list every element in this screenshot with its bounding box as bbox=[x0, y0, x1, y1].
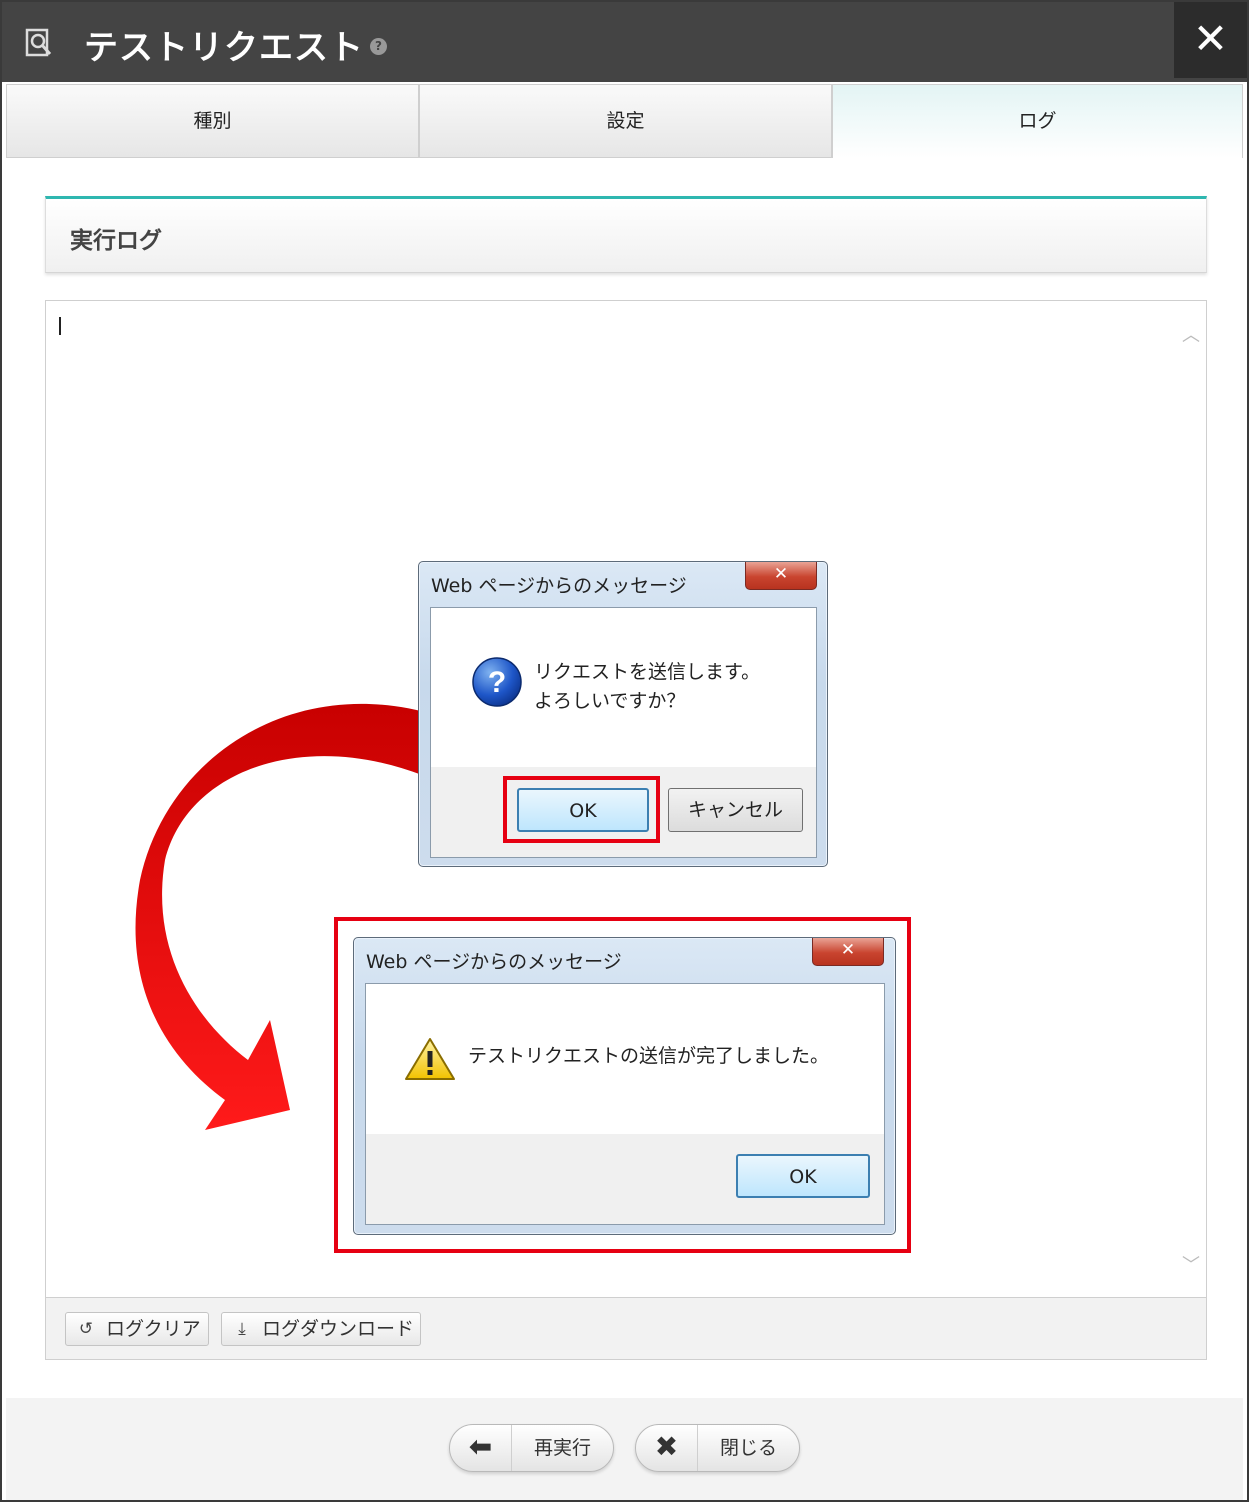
close-icon: ✖ bbox=[636, 1425, 698, 1471]
dialog-body: テストリクエストの送信が完了しました。 OK bbox=[365, 983, 885, 1225]
scroll-down-icon[interactable]: ﹀ bbox=[1179, 1251, 1203, 1276]
title-bar: テストリクエスト ? ✕ bbox=[2, 2, 1247, 82]
cancel-button[interactable]: キャンセル bbox=[668, 788, 803, 832]
rerun-button[interactable]: ⬅ 再実行 bbox=[449, 1424, 614, 1472]
tab-settings[interactable]: 設定 bbox=[419, 84, 832, 158]
window-title: テストリクエスト bbox=[84, 28, 364, 68]
log-clear-label: ログクリア bbox=[106, 1318, 201, 1340]
dialog-close-icon[interactable]: ✕ bbox=[745, 562, 817, 590]
warning-icon bbox=[405, 1038, 455, 1080]
ok-highlight-box bbox=[503, 776, 660, 843]
section-header: 実行ログ bbox=[45, 196, 1207, 273]
svg-text:?: ? bbox=[488, 666, 506, 699]
arrow-left-icon: ⬅ bbox=[450, 1425, 512, 1471]
question-icon: ? bbox=[472, 657, 522, 707]
request-search-icon bbox=[25, 28, 52, 57]
dialog-message: リクエストを送信します。 よろしいですか？ bbox=[534, 661, 761, 712]
dialog-title: Web ページからのメッセージ bbox=[431, 575, 687, 597]
completion-dialog: Web ページからのメッセージ ✕ テストリクエストの送信が完了しました。 OK bbox=[353, 937, 896, 1235]
dialog-close-icon[interactable]: ✕ bbox=[812, 938, 884, 966]
close-button[interactable]: ✖ 閉じる bbox=[635, 1424, 800, 1472]
rerun-label: 再実行 bbox=[533, 1437, 591, 1459]
tab-log[interactable]: ログ bbox=[832, 84, 1243, 158]
scroll-up-icon[interactable]: ︿ bbox=[1179, 321, 1203, 346]
close-label: 閉じる bbox=[719, 1437, 777, 1459]
dialog-footer: OK bbox=[366, 1134, 884, 1224]
log-clear-button[interactable]: ↺ ログクリア bbox=[65, 1312, 209, 1346]
text-caret bbox=[59, 317, 61, 335]
tab-type[interactable]: 種別 bbox=[6, 84, 419, 158]
ok-button[interactable]: OK bbox=[736, 1154, 870, 1198]
log-toolbar: ↺ ログクリア ⤓ ログダウンロード bbox=[45, 1298, 1207, 1360]
download-icon: ⤓ bbox=[238, 1319, 246, 1339]
tab-bar: 種別 設定 ログ bbox=[6, 84, 1243, 158]
question-circle-icon[interactable]: ? bbox=[370, 38, 387, 55]
refresh-icon: ↺ bbox=[78, 1319, 94, 1339]
log-download-label: ログダウンロード bbox=[262, 1318, 415, 1340]
footer: ⬅ 再実行 ✖ 閉じる bbox=[6, 1398, 1243, 1500]
dialog-title: Web ページからのメッセージ bbox=[366, 951, 622, 973]
log-download-button[interactable]: ⤓ ログダウンロード bbox=[221, 1312, 421, 1346]
close-icon[interactable]: ✕ bbox=[1174, 2, 1247, 78]
section-title: 実行ログ bbox=[70, 228, 162, 254]
dialog-message: テストリクエストの送信が完了しました。 bbox=[468, 1045, 830, 1067]
